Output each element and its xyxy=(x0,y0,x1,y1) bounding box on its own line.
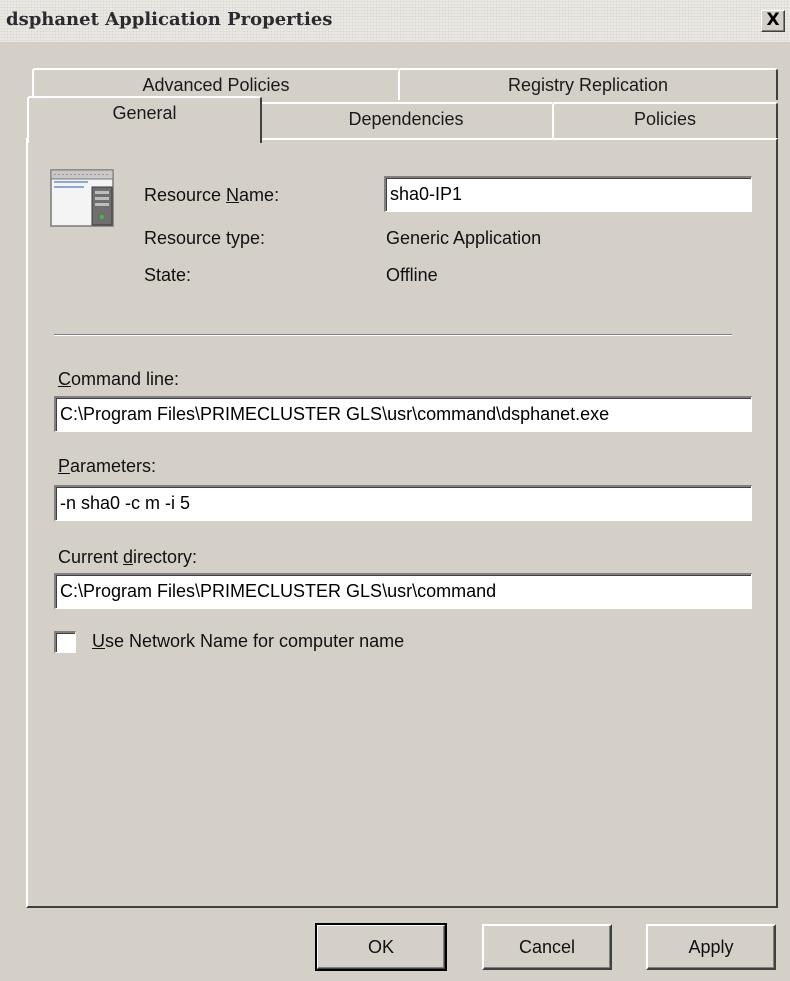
tab-label: General xyxy=(112,103,177,123)
current-directory-label: Current directory: xyxy=(58,547,198,567)
parameters-input[interactable]: -n sha0 -c m -i 5 xyxy=(54,485,752,521)
state-value: Offline xyxy=(386,265,438,285)
tab-label: Registry Replication xyxy=(507,75,669,95)
command-line-input[interactable]: C:\Program Files\PRIMECLUSTER GLS\usr\co… xyxy=(54,396,752,432)
state-label: State: xyxy=(144,265,192,285)
window-title: dsphanet Application Properties xyxy=(6,9,333,30)
tab-dependencies[interactable]: Dependencies xyxy=(258,102,554,138)
current-directory-input[interactable]: C:\Program Files\PRIMECLUSTER GLS\usr\co… xyxy=(54,573,752,609)
cancel-button[interactable]: Cancel xyxy=(482,924,612,970)
title-bar[interactable]: dsphanet Application Properties X xyxy=(0,0,790,42)
resource-name-input[interactable]: sha0-IP1 xyxy=(384,176,752,212)
resource-name-label: Resource Name: xyxy=(144,185,280,205)
use-network-name-checkbox[interactable] xyxy=(54,631,76,653)
command-line-label: Command line: xyxy=(58,369,180,389)
close-button[interactable]: X xyxy=(761,10,785,32)
tab-label: Policies xyxy=(633,109,697,129)
tab-label: Advanced Policies xyxy=(142,75,290,95)
tab-registry-replication[interactable]: Registry Replication xyxy=(398,68,778,100)
properties-dialog: dsphanet Application Properties X Advanc… xyxy=(0,0,790,981)
general-tab-panel xyxy=(26,138,778,908)
resource-type-label: Resource type: xyxy=(144,228,266,248)
cluster-resource-icon xyxy=(50,169,114,227)
apply-button[interactable]: Apply xyxy=(646,924,776,970)
separator xyxy=(54,334,732,336)
parameters-label: Parameters: xyxy=(58,456,157,476)
use-network-name-label[interactable]: Use Network Name for computer name xyxy=(92,631,404,652)
tab-label: Dependencies xyxy=(348,109,464,129)
tab-general[interactable]: General xyxy=(27,96,262,143)
tab-policies[interactable]: Policies xyxy=(552,102,778,138)
ok-button[interactable]: OK xyxy=(315,923,447,971)
resource-type-value: Generic Application xyxy=(386,228,542,248)
